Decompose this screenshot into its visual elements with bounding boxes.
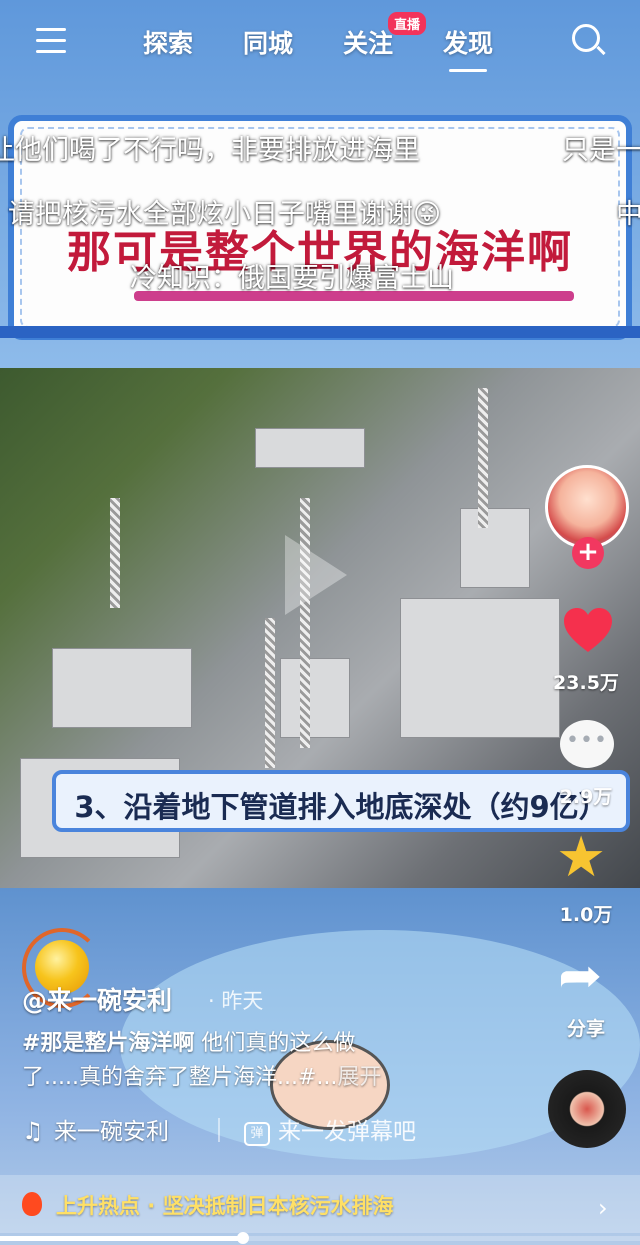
hot-topic-text[interactable]: 上升热点 · 坚决抵制日本核污水排海 <box>56 1190 394 1220</box>
music-title[interactable]: 来一碗安利 <box>54 1119 169 1145</box>
share-icon[interactable]: ➦ <box>558 952 602 1000</box>
like-count: 23.5万 <box>553 672 619 694</box>
post-description[interactable]: #那是整片海洋啊 他们真的这么做 了.....真的舍弃了整片海洋...#...展… <box>22 1027 442 1095</box>
share-label[interactable]: 分享 <box>536 1014 636 1041</box>
danmaku-placeholder: 来一发弹幕吧 <box>278 1119 416 1145</box>
tab-discover[interactable]: 发现 <box>443 24 493 72</box>
danmaku-item: 中 <box>616 199 640 230</box>
expand-link[interactable]: 展开 <box>337 1065 381 1090</box>
play-icon[interactable] <box>285 535 347 615</box>
danmaku-item: 冷知识：俄国要引爆富士山 <box>130 263 454 294</box>
danmaku-icon: 弹 <box>244 1122 270 1146</box>
live-badge[interactable]: 直播 <box>388 12 427 35</box>
menu-icon[interactable] <box>36 28 66 54</box>
comment-count: 2.9万 <box>559 786 613 808</box>
favorite-count: 1.0万 <box>559 904 613 926</box>
favorite-star-icon[interactable]: ★ <box>556 830 606 886</box>
tab-nearby[interactable]: 同城 <box>243 24 293 60</box>
danmaku-input-button[interactable]: 弹来一发弹幕吧 <box>244 1112 416 1146</box>
tab-following[interactable]: 关注 <box>343 24 393 60</box>
danmaku-item: 请把核污水全部炫小日子嘴里谢谢😜 <box>8 199 442 230</box>
post-time: · 昨天 <box>208 989 264 1013</box>
danmaku-item: 只是一 <box>562 135 640 166</box>
flame-icon <box>22 1192 42 1216</box>
banner-bottom-stripe <box>0 326 640 338</box>
follow-button[interactable]: + <box>572 537 604 569</box>
music-note-icon: ♫ <box>22 1117 44 1145</box>
author-name[interactable]: @来一碗安利 <box>22 981 172 1017</box>
chevron-right-icon[interactable]: › <box>598 1194 608 1222</box>
desc-text-1: 他们真的这么做 <box>194 1031 356 1056</box>
progress-fill <box>0 1236 244 1241</box>
post-hashtag[interactable]: #那是整片海洋啊 <box>22 1031 194 1056</box>
music-row[interactable]: ♫ 来一碗安利 <box>22 1112 169 1146</box>
top-nav: 探索 同城 关注 直播 发现 <box>0 0 640 80</box>
divider <box>218 1118 220 1142</box>
search-icon[interactable] <box>572 24 600 52</box>
tab-explore[interactable]: 探索 <box>143 24 193 60</box>
comment-icon[interactable] <box>560 720 614 768</box>
music-disc[interactable] <box>548 1070 626 1148</box>
desc-text-2: 了.....真的舍弃了整片海洋...#... <box>22 1065 338 1090</box>
progress-track[interactable] <box>0 1232 640 1244</box>
heart-icon[interactable] <box>562 606 614 654</box>
danmaku-item: 让他们喝了不行吗，非要排放进海里 <box>0 135 420 166</box>
